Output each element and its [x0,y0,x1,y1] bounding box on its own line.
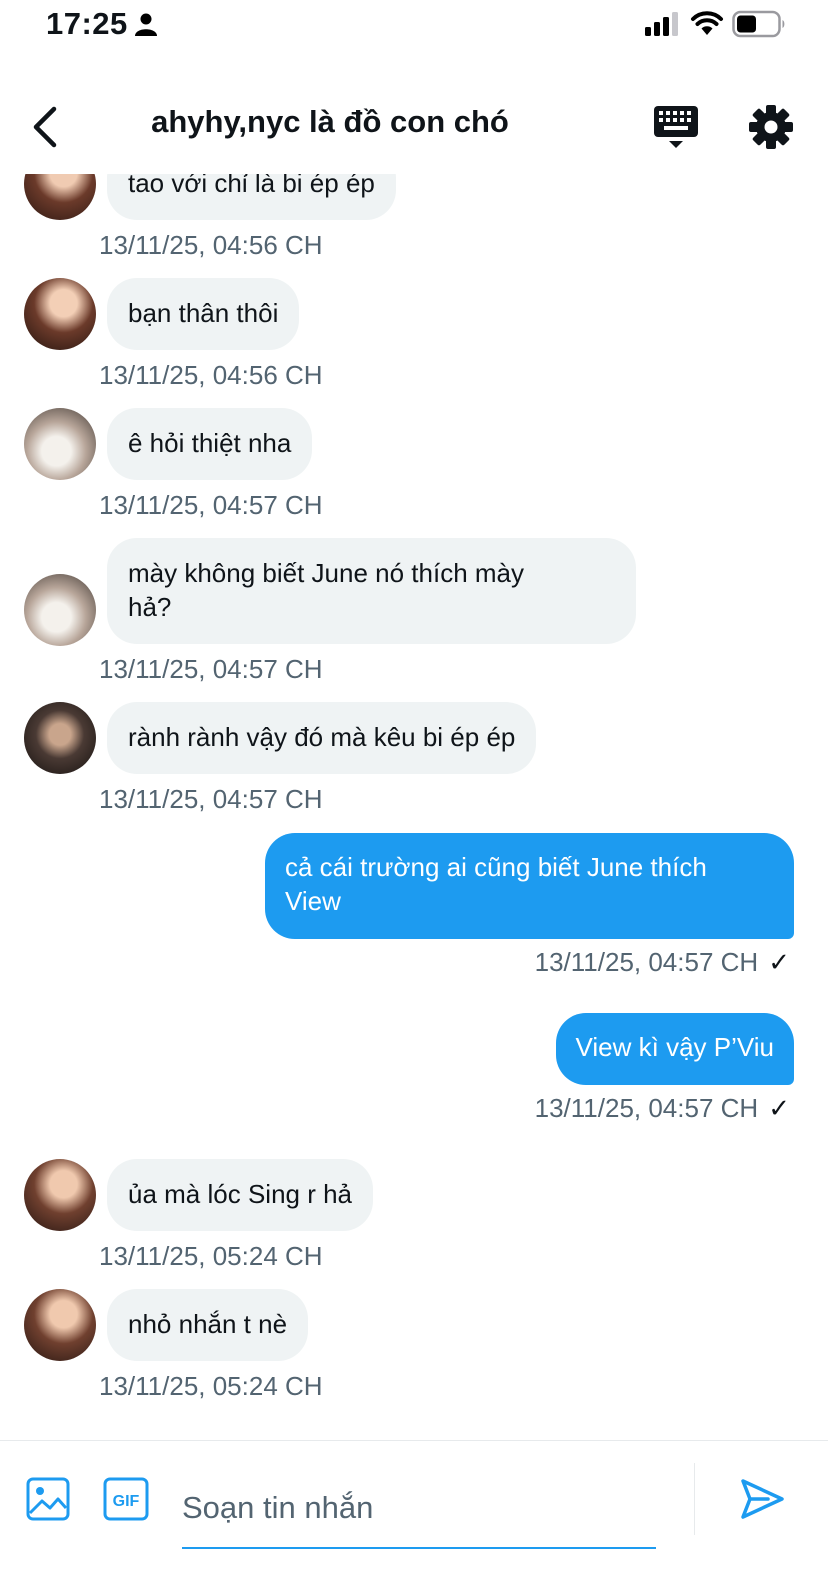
avatar[interactable] [24,408,96,480]
sent-check-icon: ✓ [768,1093,790,1123]
message-timestamp: 13/11/25, 04:57 CH [99,654,323,684]
message-timestamp: 13/11/25, 04:57 CH ✓ [534,1093,790,1123]
message-list[interactable]: tao với chỉ là bi ép ép 13/11/25, 04:56 … [0,174,828,1438]
message-bubble[interactable]: bạn thân thôi [107,278,300,350]
avatar[interactable] [24,278,96,350]
conversation-title: ahyhy,nyc là đồ con chó [151,104,509,139]
message-bubble[interactable]: nhỏ nhắn t nè [107,1289,309,1361]
message-timestamp: 13/11/25, 05:24 CH [99,1241,323,1271]
message-bubble[interactable]: cả cái trường ai cũng biết June thích Vi… [265,833,794,939]
person-icon [135,13,157,36]
avatar[interactable] [24,574,96,646]
message-timestamp: 13/11/25, 05:24 CH [99,1371,323,1401]
keyboard-icon[interactable] [654,106,698,150]
message-timestamp: 13/11/25, 04:57 CH [99,490,323,520]
message-timestamp: 13/11/25, 04:57 CH [99,784,323,814]
message-text-line: mày không biết June nó thích mày [128,558,525,588]
message-bubble[interactable]: rành rành vậy đó mà kêu bi ép ép [107,702,537,774]
avatar[interactable] [24,1159,96,1231]
message-timestamp: 13/11/25, 04:57 CH ✓ [534,947,790,977]
message-timestamp: 13/11/25, 04:56 CH [99,360,323,390]
message-input[interactable] [182,1469,656,1549]
sent-check-icon: ✓ [768,947,790,977]
gif-icon[interactable]: GIF [103,1477,149,1521]
send-icon[interactable] [738,1475,786,1523]
signal-icon [645,12,678,36]
battery-icon [732,10,785,38]
message-bubble[interactable]: ủa mà lóc Sing r hả [107,1159,374,1231]
message-text: rành rành vậy đó mà kêu bi ép ép [128,722,516,752]
message-text: ủa mà lóc Sing r hả [128,1179,353,1209]
gear-icon[interactable] [748,104,794,150]
message-text: View kì vậy P’Viu [575,1032,774,1062]
avatar[interactable] [24,174,96,220]
message-text-line: hả? [128,592,172,622]
divider [694,1463,695,1535]
message-text-line: View [285,886,341,916]
message-text-line: cả cái trường ai cũng biết June thích [285,852,707,882]
message-bubble[interactable]: ê hỏi thiệt nha [107,408,313,480]
status-time: 17:25 [46,6,128,41]
conversation-header: ahyhy,nyc là đồ con chó [0,84,828,174]
message-text: ê hỏi thiệt nha [128,428,292,458]
image-icon[interactable] [26,1477,70,1521]
message-bubble[interactable]: View kì vậy P’Viu [555,1013,794,1085]
message-timestamp: 13/11/25, 04:56 CH [99,230,323,260]
avatar[interactable] [24,702,96,774]
message-composer: GIF [0,1440,828,1588]
back-arrow-icon[interactable] [26,104,66,150]
wifi-icon [691,11,723,35]
message-bubble[interactable]: tao với chỉ là bi ép ép [107,174,396,220]
status-bar: 17:25 [0,0,828,52]
gif-label: GIF [113,1493,140,1510]
message-bubble[interactable]: mày không biết June nó thích mày hả? [107,538,636,644]
message-text: bạn thân thôi [128,298,279,328]
message-text: tao với chỉ là bi ép ép [128,174,375,198]
message-text: nhỏ nhắn t nè [128,1309,288,1339]
avatar[interactable] [24,1289,96,1361]
